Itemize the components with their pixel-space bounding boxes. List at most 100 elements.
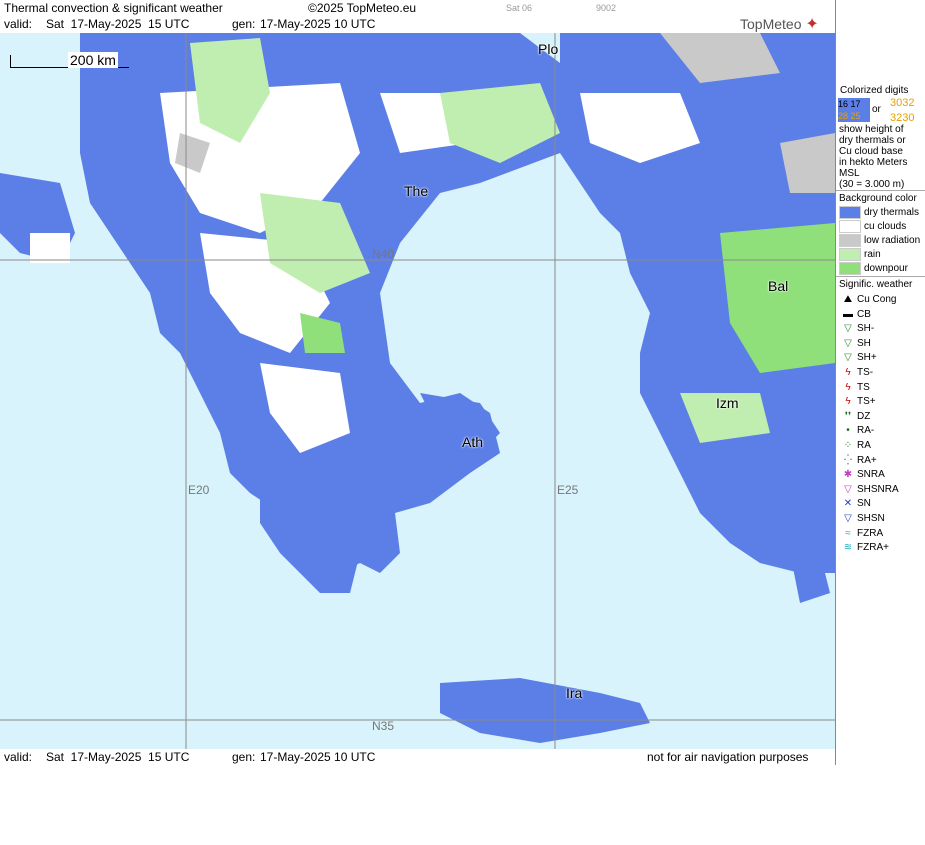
city-label-izmir: Izm: [716, 395, 739, 411]
disclaimer: not for air navigation purposes: [647, 750, 809, 764]
legend-wx-label: SHSNRA: [857, 483, 899, 495]
legend-wx-label: Cu Cong: [857, 294, 897, 305]
weather-symbol-icon: ❜❜: [844, 410, 852, 422]
legend-wx-item: ⁘ RA: [839, 439, 871, 453]
valid-time: Sat 17-May-2025 15 UTC: [46, 17, 190, 31]
footer-gen-time: 17-May-2025 10 UTC: [260, 750, 376, 764]
city-label-balikesir: Bal: [768, 278, 789, 294]
legend-wx-label: RA-: [857, 425, 875, 437]
legend-wx-item: ϟ TS: [839, 381, 870, 395]
footer-valid-time: Sat 17-May-2025 15 UTC: [46, 750, 190, 764]
logo[interactable]: TopMeteo ✦: [740, 14, 819, 34]
weather-symbol-icon: ▽: [844, 337, 852, 349]
legend-wx-label: RA+: [857, 454, 877, 466]
legend-wx-item: ✕ SN: [839, 497, 871, 511]
legend-bg-low-radiation: low radiation: [839, 234, 920, 248]
logo-text: TopMeteo: [740, 16, 802, 32]
legend-bg-dry-thermals: dry thermals: [839, 206, 919, 220]
grid-label-n35: N35: [372, 719, 395, 733]
legend-wx-label: DZ: [857, 410, 871, 422]
legend-wx-label: SNRA: [857, 469, 885, 481]
legend-bg-downpour: downpour: [839, 262, 908, 276]
grid-label-n40: N40: [372, 247, 395, 261]
frame-label: Sat 06: [506, 3, 533, 13]
legend-wx-label: TS-: [857, 367, 874, 378]
weather-symbol-icon: ✱: [843, 469, 853, 481]
legend-wx-item: ≋ FZRA+: [839, 541, 889, 555]
header-valid-row: valid: Sat 17-May-2025 15 UTC gen: 17-Ma…: [0, 16, 835, 32]
weather-symbol-icon: ≋: [843, 542, 853, 554]
footer-valid-label: valid:: [4, 750, 33, 764]
legend-wx-item: ▽ SH+: [839, 351, 877, 365]
map-canvas: [0, 33, 835, 749]
legend-wx-item: ⛰ Cu Cong: [839, 293, 897, 307]
legend-wx-item: ❜❜ DZ: [839, 410, 871, 424]
swatch: [839, 206, 861, 219]
weather-symbol-icon: ▬: [843, 308, 853, 320]
legend-wx-label: SN: [857, 498, 871, 510]
weather-symbol-icon: ⛰: [843, 294, 853, 305]
legend-wx-title: Signific. weather: [839, 279, 913, 290]
legend-wx-label: SH+: [857, 352, 877, 364]
weather-symbol-icon: ≈: [845, 527, 851, 539]
legend-wx-item: ▽ SH-: [839, 322, 874, 336]
legend-wx-item: ▽ SH: [839, 337, 871, 351]
legend-wx-label: FZRA+: [857, 542, 889, 554]
legend-sample-b: 28 25: [838, 111, 861, 121]
legend-wx-item: ▽ SHSNRA: [839, 483, 899, 497]
weather-symbol-icon: ⁛: [844, 454, 852, 466]
scale-label: 200 km: [68, 52, 118, 68]
weather-symbol-icon: ▽: [844, 352, 852, 364]
legend-wx-label: SHSN: [857, 513, 885, 524]
legend-wx-item: ⁛ RA+: [839, 454, 877, 468]
weather-symbol-icon: ▽: [844, 513, 852, 524]
city-label-plovdiv: Plo: [538, 41, 559, 57]
weather-symbol-icon: ϟ: [845, 396, 851, 408]
weather-symbol-icon: ▽: [844, 323, 852, 335]
legend-wx-label: CB: [857, 308, 871, 320]
legend-wx-label: TS+: [857, 396, 876, 408]
swatch: [839, 248, 861, 261]
legend-bg-rain: rain: [839, 248, 881, 262]
map-title: Thermal convection & significant weather: [4, 1, 223, 15]
header-bar: Thermal convection & significant weather…: [0, 0, 835, 17]
footer-bar: valid: Sat 17-May-2025 15 UTC gen: 17-Ma…: [0, 749, 835, 765]
legend-wx-label: FZRA: [857, 527, 884, 539]
city-label-iraklion: Ira: [566, 685, 583, 701]
weather-symbol-icon: ϟ: [845, 367, 851, 378]
weather-symbol-icon: ϟ: [845, 381, 851, 393]
legend-wx-item: ▬ CB: [839, 308, 871, 322]
legend-bg-cu-clouds: cu clouds: [839, 220, 906, 234]
legend-sample-a: 16 17: [838, 99, 861, 109]
city-label-thessaloniki: The: [404, 183, 429, 199]
weather-symbol-icon: ▽: [844, 483, 852, 495]
legend-wx-label: SH: [857, 337, 871, 349]
weather-symbol-icon: •: [846, 425, 850, 437]
swatch: [839, 220, 861, 233]
legend-wx-item: ϟ TS+: [839, 395, 876, 409]
legend-wx-item: ϟ TS-: [839, 366, 873, 380]
legend-wx-item: ≈ FZRA: [839, 527, 883, 541]
compass-star-icon: ✦: [805, 16, 819, 33]
swatch: [839, 234, 861, 247]
legend-wx-label: SH-: [857, 323, 875, 335]
legend-wx-item: ✱ SNRA: [839, 468, 885, 482]
legend-digit-sample-box: 16 17 28 25: [838, 98, 870, 122]
gen-time: 17-May-2025 10 UTC: [260, 17, 376, 31]
copyright: ©2025 TopMeteo.eu: [308, 1, 417, 15]
crete-land: [440, 678, 650, 743]
gen-label: gen:: [232, 17, 256, 31]
city-label-athens: Ath: [462, 434, 484, 450]
legend-sample-c: 3032: [890, 97, 915, 109]
weather-map[interactable]: 200 km N40 N35 E20 E25 Plo The Bal Izm A…: [0, 33, 835, 749]
legend-wx-label: TS: [857, 381, 870, 393]
frame-code: 9002: [596, 3, 617, 13]
grid-label-e25: E25: [557, 483, 579, 497]
valid-label: valid:: [4, 17, 33, 31]
legend-bg-title: Background color: [839, 193, 917, 204]
grid-label-e20: E20: [188, 483, 210, 497]
footer-gen-label: gen:: [232, 750, 256, 764]
legend-panel: Colorized digits 16 17 28 25 or 3032 323…: [835, 0, 925, 765]
legend-sample-or: or: [872, 104, 881, 115]
legend-wx-item: ▽ SHSN: [839, 512, 885, 526]
